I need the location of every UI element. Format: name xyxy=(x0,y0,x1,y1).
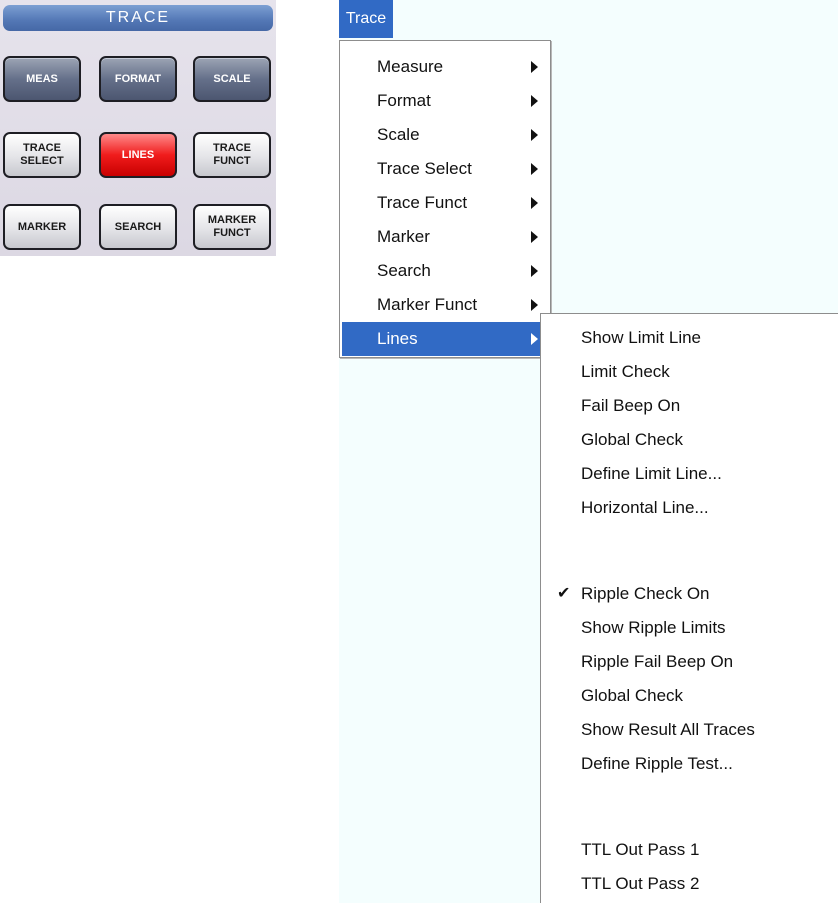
menu-item-label: Trace Select xyxy=(377,159,472,178)
scale-key[interactable]: SCALE xyxy=(193,56,271,102)
trace-keypad-panel: TRACE MEAS FORMAT SCALE TRACE SELECT LIN… xyxy=(0,0,276,256)
menu-item-trace-select[interactable]: Trace Select xyxy=(342,152,548,186)
submenu-item-fail-beep-on[interactable]: Fail Beep On xyxy=(543,389,837,423)
submenu-item-label: Ripple Fail Beep On xyxy=(581,652,734,671)
menu-item-search[interactable]: Search xyxy=(342,254,548,288)
trace-select-key[interactable]: TRACE SELECT xyxy=(3,132,81,178)
menu-item-label: Trace Funct xyxy=(377,193,468,212)
submenu-item-label: Global Check xyxy=(581,686,684,705)
submenu-item-ttl-out-pass-2[interactable]: TTL Out Pass 2 xyxy=(543,867,837,901)
lines-key[interactable]: LINES xyxy=(99,132,177,178)
submenu-arrow-icon xyxy=(531,197,538,209)
submenu-item-label: Fail Beep On xyxy=(581,396,681,415)
menu-item-marker-funct[interactable]: Marker Funct xyxy=(342,288,548,322)
submenu-item-ripple-fail-beep-on[interactable]: Ripple Fail Beep On xyxy=(543,645,837,679)
menu-item-scale[interactable]: Scale xyxy=(342,118,548,152)
menu-item-label: Marker Funct xyxy=(377,295,478,314)
submenu-item-label: TTL Out Pass 2 xyxy=(581,874,700,893)
submenu-item-label: Global Check xyxy=(581,430,684,449)
menu-item-label: Scale xyxy=(377,125,420,144)
submenu-item-label: TTL Out Pass 1 xyxy=(581,840,700,859)
submenu-item-label: Show Result All Traces xyxy=(581,720,755,739)
submenu-item-label: Show Ripple Limits xyxy=(581,618,726,637)
submenu-item-global-check[interactable]: Global Check xyxy=(543,423,837,457)
keypad-panel-title: TRACE xyxy=(3,5,273,31)
screen: TRACE MEAS FORMAT SCALE TRACE SELECT LIN… xyxy=(0,0,838,903)
trace-menu: Measure Format Scale Trace Select Trace … xyxy=(339,40,551,358)
submenu-arrow-icon xyxy=(531,61,538,73)
menu-item-label: Format xyxy=(377,91,431,110)
submenu-item-show-limit-line[interactable]: Show Limit Line xyxy=(543,321,837,355)
submenu-item-label: Define Limit Line... xyxy=(581,464,722,483)
submenu-arrow-icon xyxy=(531,129,538,141)
submenu-item-define-limit-line[interactable]: Define Limit Line... xyxy=(543,457,837,491)
submenu-item-label: Show Limit Line xyxy=(581,328,702,347)
menu-item-label: Search xyxy=(377,261,431,280)
marker-funct-key[interactable]: MARKER FUNCT xyxy=(193,204,271,250)
submenu-item-define-ripple-test[interactable]: Define Ripple Test... xyxy=(543,747,837,781)
menu-item-measure[interactable]: Measure xyxy=(342,50,548,84)
menu-item-format[interactable]: Format xyxy=(342,84,548,118)
submenu-item-global-check-ripple[interactable]: Global Check xyxy=(543,679,837,713)
submenu-item-label: Ripple Check On xyxy=(581,584,710,603)
search-key[interactable]: SEARCH xyxy=(99,204,177,250)
menu-item-trace-funct[interactable]: Trace Funct xyxy=(342,186,548,220)
submenu-arrow-icon xyxy=(531,299,538,311)
menu-item-marker[interactable]: Marker xyxy=(342,220,548,254)
trace-menu-title[interactable]: Trace xyxy=(339,0,393,38)
submenu-item-show-ripple-limits[interactable]: Show Ripple Limits xyxy=(543,611,837,645)
menu-item-label: Marker xyxy=(377,227,430,246)
submenu-arrow-icon xyxy=(531,265,538,277)
submenu-arrow-icon xyxy=(531,333,538,345)
menu-item-label: Measure xyxy=(377,57,444,76)
submenu-item-ttl-out-pass-1[interactable]: TTL Out Pass 1 xyxy=(543,833,837,867)
submenu-item-limit-check[interactable]: Limit Check xyxy=(543,355,837,389)
lines-submenu: Show Limit Line Limit Check Fail Beep On… xyxy=(540,313,838,903)
meas-key[interactable]: MEAS xyxy=(3,56,81,102)
checkmark-icon: ✔ xyxy=(557,585,571,602)
submenu-item-show-result-all-traces[interactable]: Show Result All Traces xyxy=(543,713,837,747)
submenu-item-label: Horizontal Line... xyxy=(581,498,709,517)
submenu-item-ripple-check-on[interactable]: ✔ Ripple Check On xyxy=(543,577,837,611)
submenu-arrow-icon xyxy=(531,95,538,107)
trace-funct-key[interactable]: TRACE FUNCT xyxy=(193,132,271,178)
submenu-item-label: Define Ripple Test... xyxy=(581,754,733,773)
submenu-arrow-icon xyxy=(531,163,538,175)
menu-item-label: Lines xyxy=(377,329,418,348)
submenu-arrow-icon xyxy=(531,231,538,243)
menu-item-lines[interactable]: Lines xyxy=(342,322,548,356)
marker-key[interactable]: MARKER xyxy=(3,204,81,250)
submenu-item-label: Limit Check xyxy=(581,362,670,381)
submenu-item-horizontal-line[interactable]: Horizontal Line... xyxy=(543,491,837,525)
format-key[interactable]: FORMAT xyxy=(99,56,177,102)
